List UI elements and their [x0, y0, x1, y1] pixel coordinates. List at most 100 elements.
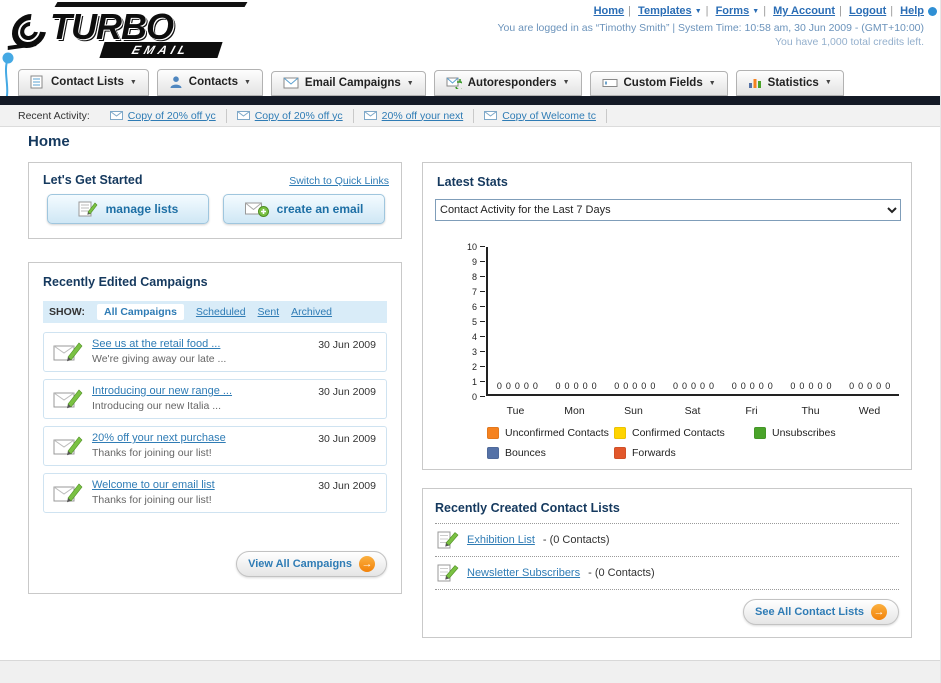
switch-quick-links-link[interactable]: Switch to Quick Links [289, 175, 389, 187]
chart-value-label: 0 [709, 381, 715, 391]
x-axis-label: Sat [684, 405, 701, 417]
header-link-templates[interactable]: Templates [638, 5, 692, 17]
manage-lists-button[interactable]: manage lists [47, 194, 209, 224]
credits-info: You have 1,000 total credits left. [774, 36, 924, 48]
logo: TURBO EMAIL [6, 2, 276, 60]
recent-activity-item[interactable]: Copy of Welcome tc [474, 108, 607, 123]
nav-tab-contacts[interactable]: Contacts ▼ [156, 69, 263, 96]
chart-value-label: 0 [681, 381, 687, 391]
chart-value-label: 0 [591, 381, 597, 391]
envelope-icon [236, 111, 250, 120]
email-campaigns-icon [283, 77, 299, 89]
view-all-campaigns-label: View All Campaigns [248, 558, 352, 570]
arrow-right-icon: → [871, 604, 887, 620]
contact-list-link[interactable]: Newsletter Subscribers [467, 567, 580, 579]
chart-day-group: 00000 [488, 247, 547, 394]
recent-activity-item[interactable]: Copy of 20% off yc [100, 108, 227, 123]
manage-lists-label: manage lists [105, 202, 179, 216]
chart-value-label: 0 [790, 381, 796, 391]
header-link-logout[interactable]: Logout [849, 5, 886, 17]
view-all-campaigns-button[interactable]: View All Campaigns → [236, 551, 387, 577]
chart-value-label: 0 [505, 381, 511, 391]
contact-lists-panel: Recently Created Contact Lists Exhibitio… [422, 488, 912, 638]
contact-list-count: - (0 Contacts) [588, 567, 655, 579]
campaign-list: See us at the retail food ... We're givi… [43, 332, 387, 513]
campaign-title-link[interactable]: See us at the retail food ... [92, 338, 220, 350]
create-email-button[interactable]: create an email [223, 194, 385, 224]
campaign-row: Introducing our new range ... Introducin… [43, 379, 387, 419]
nav-tab-contact-lists[interactable]: Contact Lists ▼ [18, 69, 149, 96]
page-title: Home [28, 133, 70, 150]
legend-swatch-icon [487, 427, 499, 439]
chart-value-label: 0 [885, 381, 891, 391]
nav-tab-email-campaigns[interactable]: Email Campaigns ▼ [270, 71, 426, 96]
chart-value-label: 0 [817, 381, 823, 391]
legend-item: Forwards [614, 447, 754, 459]
statistics-icon [748, 79, 761, 88]
y-tick-label: 6 [459, 301, 485, 312]
nav-tab-autoresponders[interactable]: Autoresponders ▼ [433, 70, 582, 96]
show-label: SHOW: [49, 306, 85, 318]
chart-day-group: 00000 [664, 247, 723, 394]
tab-sent[interactable]: Sent [258, 306, 280, 318]
x-axis-label: Thu [801, 405, 820, 417]
header-link-forms[interactable]: Forms [716, 5, 750, 17]
tab-archived[interactable]: Archived [291, 306, 332, 318]
campaign-title-link[interactable]: 20% off your next purchase [92, 432, 226, 444]
tab-all-campaigns[interactable]: All Campaigns [96, 304, 184, 320]
latest-stats-panel: Latest Stats Contact Activity for the La… [422, 162, 912, 470]
campaign-subtitle: Introducing our new Italia ... [92, 400, 221, 412]
recent-activity-item[interactable]: Copy of 20% off yc [227, 108, 354, 123]
header-link-help[interactable]: Help [900, 5, 924, 17]
get-started-title: Let's Get Started [43, 173, 143, 187]
nav-tab-label: Statistics [767, 76, 819, 89]
chart-value-label: 0 [758, 381, 764, 391]
chart-day-group: 00000 [840, 247, 899, 394]
header-links: Home | Templates ▼ | Forms ▼ | My Account | … [594, 5, 924, 17]
chart-value-label: 0 [582, 381, 588, 391]
tab-scheduled[interactable]: Scheduled [196, 306, 246, 318]
legend-label: Unsubscribes [772, 427, 836, 439]
chevron-down-icon: ▼ [824, 79, 832, 86]
chart-value-label: 0 [858, 381, 864, 391]
see-all-contact-lists-button[interactable]: See All Contact Lists → [742, 599, 899, 625]
help-icon[interactable] [928, 7, 937, 16]
contact-list-link[interactable]: Exhibition List [467, 534, 535, 546]
nav-tab-statistics[interactable]: Statistics ▼ [735, 70, 844, 96]
nav-tab-custom-fields[interactable]: Custom Fields ▼ [589, 71, 728, 96]
campaign-title-link[interactable]: Welcome to our email list [92, 479, 215, 491]
nav-divider-bar [0, 96, 940, 105]
legend-swatch-icon [487, 447, 499, 459]
legend-swatch-icon [754, 427, 766, 439]
y-tick-label: 7 [459, 286, 485, 297]
chevron-down-icon: ▼ [694, 8, 702, 15]
stats-period-select[interactable]: Contact Activity for the Last 7 Days [435, 199, 901, 221]
chart-value-label: 0 [740, 381, 746, 391]
chart-value-label: 0 [650, 381, 656, 391]
recent-activity-link[interactable]: Copy of 20% off yc [128, 110, 216, 122]
chart-value-label: 0 [614, 381, 620, 391]
main-nav: Contact Lists ▼ Contacts ▼ Email Campaigns… [0, 66, 940, 96]
campaign-date: 30 Jun 2009 [318, 339, 376, 351]
contact-list-item: Newsletter Subscribers - (0 Contacts) [435, 557, 899, 590]
chart-value-label: 0 [523, 381, 529, 391]
create-email-icon [244, 202, 269, 217]
recent-activity-link[interactable]: Copy of 20% off yc [255, 110, 343, 122]
get-started-panel: Let's Get Started Switch to Quick Links … [28, 162, 402, 239]
header-link-home[interactable]: Home [594, 5, 625, 17]
legend-swatch-icon [614, 427, 626, 439]
header-link-my-account[interactable]: My Account [773, 5, 835, 17]
recent-activity-item[interactable]: 20% off your next [354, 108, 475, 123]
contacts-icon [170, 76, 182, 88]
contact-list-item: Exhibition List - (0 Contacts) [435, 524, 899, 557]
campaigns-filter-row: SHOW: All Campaigns Scheduled Sent Archi… [43, 301, 387, 323]
recent-activity-link[interactable]: Copy of Welcome tc [502, 110, 596, 122]
campaign-envelope-pencil-icon [53, 483, 83, 503]
nav-tab-label: Custom Fields [623, 77, 703, 89]
campaigns-title: Recently Edited Campaigns [43, 275, 208, 289]
arrow-right-icon: → [359, 556, 375, 572]
campaign-title-link[interactable]: Introducing our new range ... [92, 385, 232, 397]
logo-swirl-icon [7, 14, 46, 50]
recent-activity-link[interactable]: 20% off your next [382, 110, 464, 122]
chevron-down-icon: ▼ [406, 79, 414, 87]
